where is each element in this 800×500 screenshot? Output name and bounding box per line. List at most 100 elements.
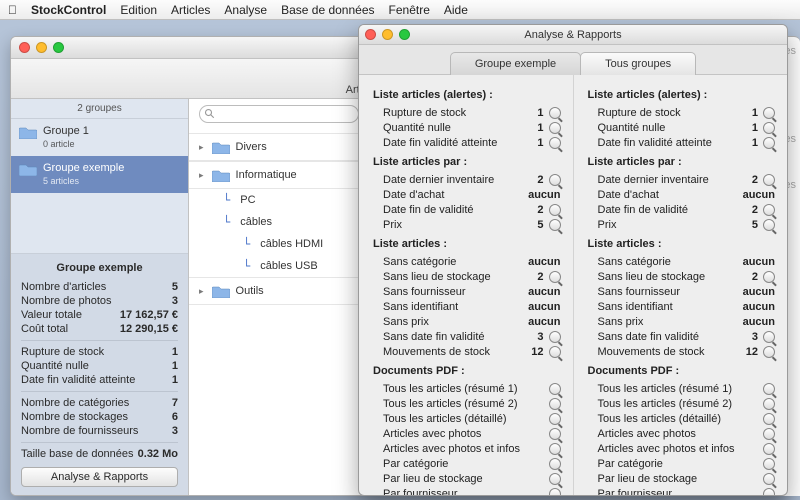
magnifier-icon[interactable]	[549, 137, 561, 149]
magnifier-icon[interactable]	[763, 473, 775, 485]
report-column-right: Liste articles (alertes) :Rupture de sto…	[573, 75, 788, 495]
modal-titlebar: Analyse & Rapports	[359, 25, 787, 45]
info-row: Quantité nulle1	[21, 359, 178, 373]
magnifier-icon[interactable]	[763, 413, 775, 425]
magnifier-icon[interactable]	[763, 488, 775, 496]
report-line: Tous les articles (résumé 1)	[588, 381, 776, 396]
report-line: Prix5	[373, 217, 561, 232]
magnifier-icon[interactable]	[549, 122, 561, 134]
section-heading: Liste articles (alertes) :	[373, 89, 561, 101]
close-icon[interactable]	[365, 29, 376, 40]
report-line: Articles avec photos et infos	[588, 441, 776, 456]
search-input[interactable]	[199, 105, 359, 123]
minimize-icon[interactable]	[36, 42, 47, 53]
report-line: Mouvements de stock12	[373, 344, 561, 359]
report-line: Date d'achataucun	[588, 187, 776, 202]
close-icon[interactable]	[19, 42, 30, 53]
report-line: Sans catégorieaucun	[588, 254, 776, 269]
menu-articles[interactable]: Articles	[171, 3, 210, 17]
sidebar-item-groupe-exemple[interactable]: Groupe exemple5 articles	[11, 156, 188, 193]
menu-database[interactable]: Base de données	[281, 3, 374, 17]
magnifier-icon[interactable]	[763, 107, 775, 119]
report-line: Articles avec photos et infos	[373, 441, 561, 456]
report-line: Par fournisseur	[373, 486, 561, 495]
magnifier-icon[interactable]	[763, 271, 775, 283]
report-line: Date dernier inventaire2	[373, 172, 561, 187]
zoom-icon[interactable]	[399, 29, 410, 40]
sidebar-item-groupe1[interactable]: Groupe 10 article	[11, 119, 188, 156]
report-line: Sans lieu de stockage2	[588, 269, 776, 284]
section-heading: Liste articles par :	[588, 156, 776, 168]
zoom-icon[interactable]	[53, 42, 64, 53]
magnifier-icon[interactable]	[549, 458, 561, 470]
magnifier-icon[interactable]	[549, 346, 561, 358]
magnifier-icon[interactable]	[763, 174, 775, 186]
menu-edition[interactable]: Edition	[120, 3, 157, 17]
folder-icon	[212, 168, 230, 182]
report-line: Tous les articles (détaillé)	[373, 411, 561, 426]
magnifier-icon[interactable]	[763, 331, 775, 343]
magnifier-icon[interactable]	[763, 122, 775, 134]
menu-help[interactable]: Aide	[444, 3, 468, 17]
report-line: Par fournisseur	[588, 486, 776, 495]
magnifier-icon[interactable]	[549, 398, 561, 410]
sidebar: 2 groupes Groupe 10 article Groupe exemp…	[11, 99, 189, 495]
tab-groupe-exemple[interactable]: Groupe exemple	[450, 52, 581, 75]
magnifier-icon[interactable]	[763, 346, 775, 358]
report-line: Date fin validité atteinte1	[373, 135, 561, 150]
magnifier-icon[interactable]	[549, 174, 561, 186]
report-line: Date dernier inventaire2	[588, 172, 776, 187]
app-name[interactable]: StockControl	[31, 3, 106, 17]
report-line: Sans fournisseuraucun	[588, 284, 776, 299]
tab-tous-groupes[interactable]: Tous groupes	[580, 52, 696, 75]
folder-icon	[19, 162, 37, 176]
analyse-rapports-button[interactable]: Analyse & Rapports	[21, 467, 178, 487]
report-line: Sans catégorieaucun	[373, 254, 561, 269]
report-line: Mouvements de stock12	[588, 344, 776, 359]
magnifier-icon[interactable]	[763, 428, 775, 440]
magnifier-icon[interactable]	[549, 271, 561, 283]
magnifier-icon[interactable]	[763, 398, 775, 410]
report-line: Sans identifiantaucun	[373, 299, 561, 314]
info-row: Nombre d'articles5	[21, 280, 178, 294]
info-title: Groupe exemple	[21, 262, 178, 274]
apple-menu[interactable]	[8, 3, 17, 17]
magnifier-icon[interactable]	[763, 443, 775, 455]
magnifier-icon[interactable]	[549, 488, 561, 496]
magnifier-icon[interactable]	[549, 331, 561, 343]
magnifier-icon[interactable]	[763, 458, 775, 470]
section-heading: Liste articles :	[373, 238, 561, 250]
analysis-reports-window: Analyse & Rapports Groupe exemple Tous g…	[358, 24, 788, 496]
info-row: Rupture de stock1	[21, 345, 178, 359]
minimize-icon[interactable]	[382, 29, 393, 40]
section-heading: Liste articles :	[588, 238, 776, 250]
magnifier-icon[interactable]	[549, 428, 561, 440]
magnifier-icon[interactable]	[763, 137, 775, 149]
disclosure-icon	[199, 285, 206, 297]
report-line: Sans date fin validité3	[373, 329, 561, 344]
magnifier-icon[interactable]	[549, 204, 561, 216]
report-line: Sans date fin validité3	[588, 329, 776, 344]
menu-analyse[interactable]: Analyse	[224, 3, 267, 17]
menu-window[interactable]: Fenêtre	[389, 3, 430, 17]
magnifier-icon[interactable]	[549, 443, 561, 455]
report-line: Articles avec photos	[373, 426, 561, 441]
folder-icon	[212, 140, 230, 154]
magnifier-icon[interactable]	[549, 383, 561, 395]
report-line: Sans lieu de stockage2	[373, 269, 561, 284]
magnifier-icon[interactable]	[763, 219, 775, 231]
section-heading: Documents PDF :	[588, 365, 776, 377]
report-line: Tous les articles (résumé 2)	[373, 396, 561, 411]
magnifier-icon[interactable]	[549, 413, 561, 425]
magnifier-icon[interactable]	[763, 204, 775, 216]
info-row: Coût total12 290,15 €	[21, 322, 178, 336]
magnifier-icon[interactable]	[763, 383, 775, 395]
report-line: Prix5	[588, 217, 776, 232]
info-row: Nombre de catégories7	[21, 396, 178, 410]
info-row: Nombre de fournisseurs3	[21, 424, 178, 438]
magnifier-icon[interactable]	[549, 473, 561, 485]
report-line: Date fin de validité2	[588, 202, 776, 217]
magnifier-icon[interactable]	[549, 107, 561, 119]
sidebar-info-panel: Groupe exemple Nombre d'articles5 Nombre …	[11, 253, 188, 495]
magnifier-icon[interactable]	[549, 219, 561, 231]
